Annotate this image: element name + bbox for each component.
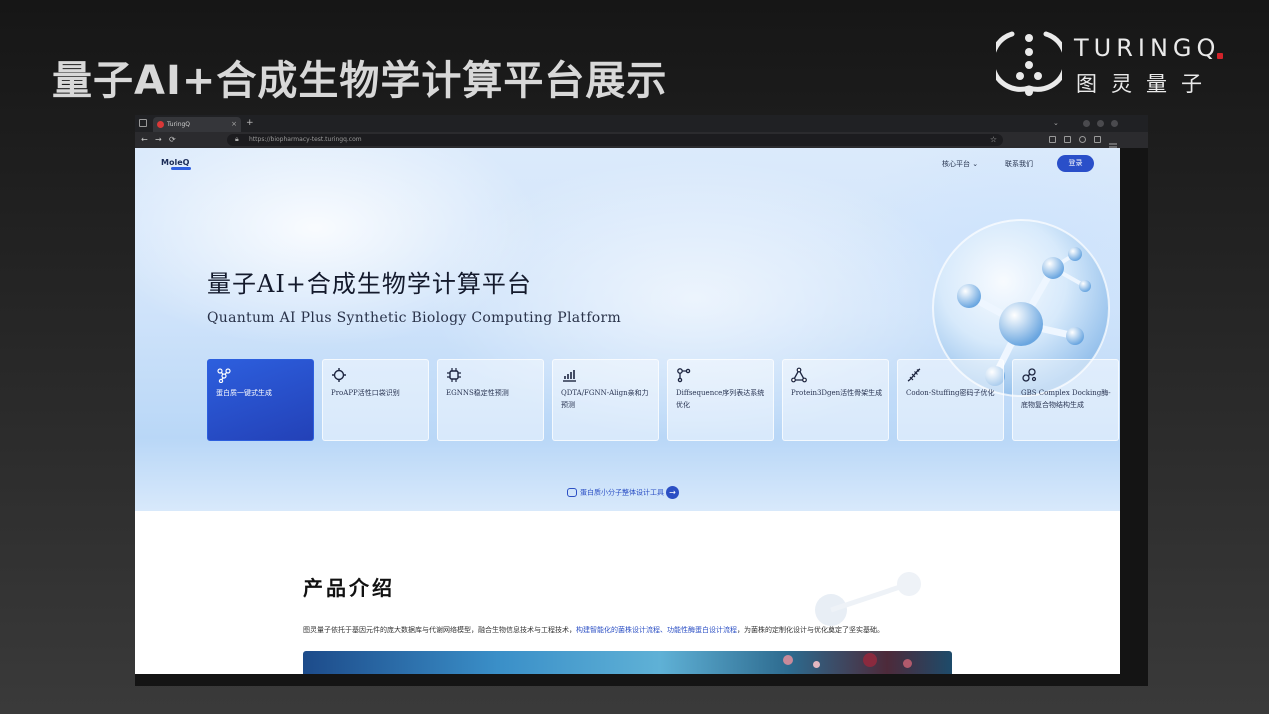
site-logo-underline	[171, 167, 191, 170]
logo-mark-icon	[996, 31, 1062, 96]
url-text: https://biopharmacy-test.turingq.com	[249, 136, 362, 143]
design-tool-label: 蛋白质小分子整体设计工具	[580, 488, 664, 497]
intro-highlight-enzyme: 功能性酶蛋白设计流程	[667, 626, 737, 634]
tab-overview-icon[interactable]	[139, 119, 147, 127]
navigation-bar: ← → ⟳ 🔒︎ https://biopharmacy-test.turing…	[135, 132, 1148, 151]
tab-list-chevron-icon[interactable]: ⌄	[1053, 118, 1059, 128]
chip-icon	[447, 368, 461, 382]
crosshair-icon	[332, 368, 346, 382]
download-icon[interactable]	[1064, 136, 1071, 143]
favicon-icon	[157, 121, 164, 128]
pocket-icon[interactable]	[1049, 136, 1056, 143]
logo-text-cn: 图灵量子	[1076, 72, 1216, 96]
hero-title: 量子AI+合成生物学计算平台	[207, 270, 532, 298]
tab-title: TuringQ	[167, 121, 191, 128]
card-qdta[interactable]: QDTA/FGNN-Align亲和力预测	[552, 359, 659, 441]
card-label: Codon-Stuffing密码子优化	[906, 389, 995, 397]
intro-highlight-strain: 构建智能化的菌株设计流程	[576, 626, 660, 634]
card-label: Protein3Dgen活性骨架生成	[791, 389, 883, 397]
card-label: QDTA/FGNN-Align亲和力预测	[561, 389, 649, 409]
card-proapp[interactable]: ProAPP活性口袋识别	[322, 359, 429, 441]
card-label: EGNNS稳定性预测	[446, 389, 509, 397]
design-tool-link[interactable]: 蛋白质小分子整体设计工具 →	[567, 486, 679, 499]
card-label: ProAPP活性口袋识别	[331, 389, 400, 397]
close-window-button[interactable]	[1111, 120, 1118, 127]
tab-close-icon[interactable]: ×	[231, 117, 237, 132]
nav-core-platform[interactable]: 核心平台 ⌄	[942, 159, 978, 169]
page-viewport: MoleQ 核心平台 ⌄ 联系我们 登录 量子AI+合成生物学计算平台 Quan…	[135, 148, 1120, 674]
maximize-button[interactable]	[1097, 120, 1104, 127]
nav-contact[interactable]: 联系我们	[1005, 159, 1033, 169]
scrollbar[interactable]	[1120, 148, 1148, 686]
card-egnns[interactable]: EGNNS稳定性预测	[437, 359, 544, 441]
login-button[interactable]: 登录	[1057, 155, 1094, 172]
forward-button[interactable]: →	[155, 134, 162, 146]
dna-icon	[907, 368, 921, 382]
protein-network-icon	[217, 368, 231, 383]
card-protein3dgen[interactable]: Protein3Dgen活性骨架生成	[782, 359, 889, 441]
card-label: 蛋白质一键式生成	[216, 389, 272, 397]
hero-subtitle: Quantum AI Plus Synthetic Biology Comput…	[207, 310, 622, 326]
bar-chart-icon	[563, 370, 576, 382]
puzzle-icon	[567, 488, 577, 497]
tab-turingq[interactable]: TuringQ ×	[153, 117, 241, 132]
extensions-icon[interactable]	[1094, 136, 1101, 143]
minimize-button[interactable]	[1083, 120, 1090, 127]
card-codon-stuffing[interactable]: Codon-Stuffing密码子优化	[897, 359, 1004, 441]
lock-icon: 🔒︎	[235, 135, 239, 143]
reload-button[interactable]: ⟳	[169, 134, 176, 146]
product-intro-text: 图灵量子依托于基因元件的庞大数据库与代谢网络模型，融合生物信息技术与工程技术，构…	[303, 626, 884, 634]
product-banner-image	[303, 651, 952, 674]
tab-bar: TuringQ × + ⌄	[135, 115, 1148, 132]
logo-text-en: TURINGQ	[1074, 34, 1221, 62]
card-gbs-docking[interactable]: GBS Complex Docking酶-底物复合物结构生成	[1012, 359, 1119, 441]
hero-section: MoleQ 核心平台 ⌄ 联系我们 登录 量子AI+合成生物学计算平台 Quan…	[135, 148, 1120, 511]
menu-icon[interactable]	[1109, 136, 1117, 151]
product-intro-title: 产品介绍	[303, 576, 395, 600]
arrow-right-icon: →	[666, 486, 679, 499]
back-button[interactable]: ←	[141, 134, 148, 146]
new-tab-button[interactable]: +	[246, 117, 254, 130]
address-bar[interactable]: 🔒︎ https://biopharmacy-test.turingq.com …	[227, 134, 1003, 146]
browser-window: TuringQ × + ⌄ ← → ⟳ 🔒︎ https://biopharma…	[135, 115, 1148, 686]
nodes-icon	[677, 368, 691, 383]
card-protein-generation[interactable]: 蛋白质一键式生成	[207, 359, 314, 441]
site-logo[interactable]: MoleQ	[161, 158, 189, 167]
card-label: GBS Complex Docking酶-底物复合物结构生成	[1021, 389, 1111, 409]
triangle-nodes-icon	[791, 367, 807, 383]
card-diffsequence[interactable]: Diffsequence序列表达系统优化	[667, 359, 774, 441]
account-icon[interactable]	[1079, 136, 1086, 143]
bookmark-star-icon[interactable]: ☆	[990, 134, 997, 146]
card-label: Diffsequence序列表达系统优化	[676, 389, 765, 409]
turingq-logo: TURINGQ 图灵量子	[996, 26, 1236, 98]
slide-title: 量子AI+合成生物学计算平台展示	[52, 58, 668, 104]
molecule-icon	[1022, 368, 1037, 382]
